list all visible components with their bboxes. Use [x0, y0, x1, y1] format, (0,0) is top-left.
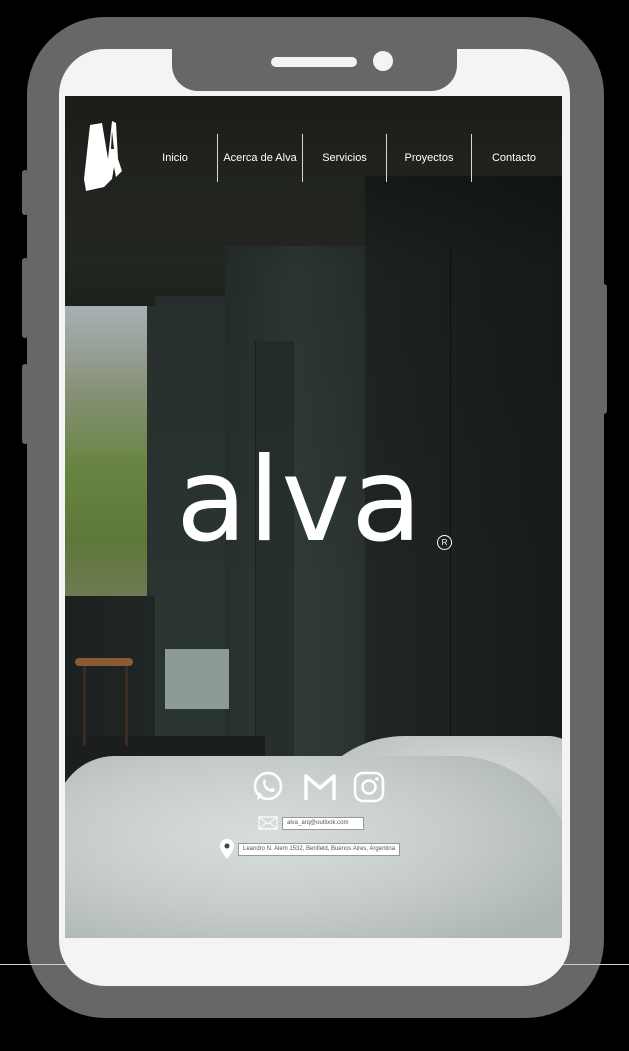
address-row: Leandro N. Alem 1532, Benfield, Buenos A…	[220, 839, 401, 859]
speaker-grille	[271, 57, 357, 67]
nav-item-proyectos[interactable]: Proyectos	[387, 134, 472, 182]
front-camera	[373, 51, 393, 71]
brand-wordmark: alva	[176, 433, 424, 568]
phone-side-button-2	[22, 258, 28, 338]
phone-power-button	[601, 284, 607, 414]
phone-side-button-3	[22, 364, 28, 444]
email-text[interactable]: alva_arq@outlook.com	[282, 816, 364, 830]
alva-logo-icon[interactable]	[82, 119, 124, 193]
main-nav: Inicio Acerca de Alva Servicios Proyecto…	[133, 134, 556, 182]
phone-notch	[172, 49, 457, 91]
whatsapp-icon[interactable]	[251, 770, 285, 804]
instagram-icon[interactable]	[352, 770, 386, 804]
gmail-icon[interactable]	[303, 770, 337, 804]
address-text[interactable]: Leandro N. Alem 1532, Benfield, Buenos A…	[238, 842, 401, 856]
phone-side-button-1	[22, 170, 28, 215]
nav-item-servicios[interactable]: Servicios	[303, 134, 387, 182]
email-row: alva_arq@outlook.com	[258, 816, 364, 830]
nav-item-inicio[interactable]: Inicio	[133, 134, 218, 182]
nav-item-acerca[interactable]: Acerca de Alva	[218, 134, 303, 182]
registered-mark: R	[437, 535, 452, 550]
nav-item-contacto[interactable]: Contacto	[472, 134, 556, 182]
location-pin-icon	[220, 839, 234, 859]
mail-icon	[258, 816, 278, 830]
